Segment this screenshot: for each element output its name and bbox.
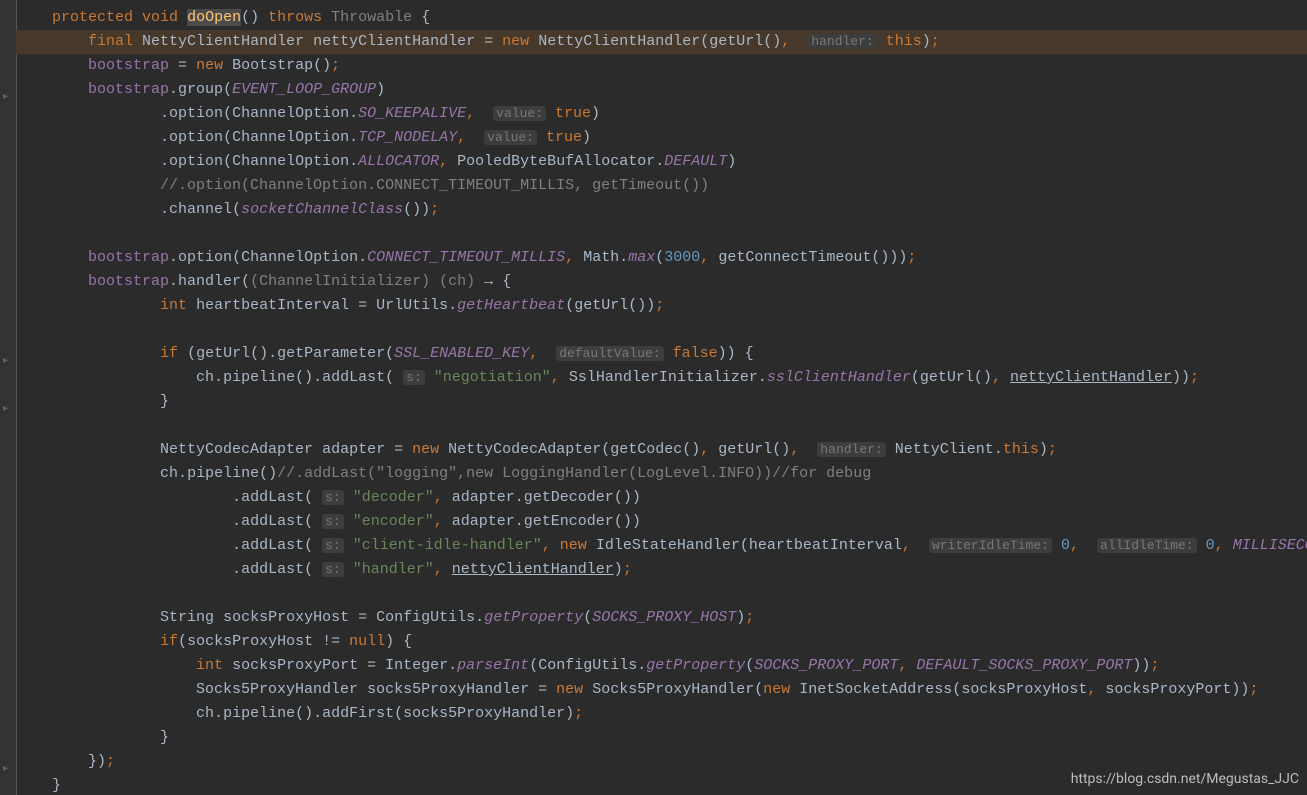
code-line[interactable]: } [16, 390, 1307, 414]
fold-marker-icon[interactable]: ▸ [3, 398, 13, 408]
code-line[interactable]: String socksProxyHost = ConfigUtils.getP… [16, 606, 1307, 630]
code-area[interactable]: protected void doOpen() throws Throwable… [16, 0, 1307, 795]
code-line[interactable]: .channel(socketChannelClass()); [16, 198, 1307, 222]
code-editor[interactable]: ▸ ▸ ▸ ▸ protected void doOpen() throws T… [0, 0, 1307, 795]
code-line[interactable] [16, 318, 1307, 342]
code-line[interactable]: } [16, 726, 1307, 750]
code-line[interactable]: bootstrap.handler((ChannelInitializer) (… [16, 270, 1307, 294]
code-line[interactable]: .addLast( s: "client-idle-handler", new … [16, 534, 1307, 558]
code-line[interactable]: .addLast( s: "encoder", adapter.getEncod… [16, 510, 1307, 534]
watermark-text: https://blog.csdn.net/Megustas_JJC [1071, 767, 1299, 791]
editor-gutter: ▸ ▸ ▸ ▸ [0, 0, 17, 795]
code-line[interactable]: bootstrap.option(ChannelOption.CONNECT_T… [16, 246, 1307, 270]
code-line[interactable]: final NettyClientHandler nettyClientHand… [16, 30, 1307, 54]
code-line[interactable]: ch.pipeline().addLast( s: "negotiation",… [16, 366, 1307, 390]
code-line[interactable]: Socks5ProxyHandler socks5ProxyHandler = … [16, 678, 1307, 702]
code-line[interactable] [16, 582, 1307, 606]
code-line[interactable]: protected void doOpen() throws Throwable… [16, 6, 1307, 30]
code-line[interactable]: ch.pipeline().addFirst(socks5ProxyHandle… [16, 702, 1307, 726]
code-line[interactable] [16, 222, 1307, 246]
fold-marker-icon[interactable]: ▸ [3, 758, 13, 768]
code-line[interactable]: .option(ChannelOption.SO_KEEPALIVE, valu… [16, 102, 1307, 126]
code-line[interactable]: ch.pipeline()//.addLast("logging",new Lo… [16, 462, 1307, 486]
code-line[interactable]: .option(ChannelOption.TCP_NODELAY, value… [16, 126, 1307, 150]
code-line[interactable]: bootstrap = new Bootstrap(); [16, 54, 1307, 78]
code-line[interactable]: .option(ChannelOption.ALLOCATOR, PooledB… [16, 150, 1307, 174]
fold-marker-icon[interactable]: ▸ [3, 86, 13, 96]
fold-marker-icon[interactable]: ▸ [3, 350, 13, 360]
code-line[interactable]: //.option(ChannelOption.CONNECT_TIMEOUT_… [16, 174, 1307, 198]
code-line[interactable]: NettyCodecAdapter adapter = new NettyCod… [16, 438, 1307, 462]
code-line[interactable]: if(socksProxyHost != null) { [16, 630, 1307, 654]
code-line[interactable]: int heartbeatInterval = UrlUtils.getHear… [16, 294, 1307, 318]
code-line[interactable]: .addLast( s: "handler", nettyClientHandl… [16, 558, 1307, 582]
code-line[interactable]: int socksProxyPort = Integer.parseInt(Co… [16, 654, 1307, 678]
code-line[interactable]: bootstrap.group(EVENT_LOOP_GROUP) [16, 78, 1307, 102]
code-line[interactable] [16, 414, 1307, 438]
code-line[interactable]: if (getUrl().getParameter(SSL_ENABLED_KE… [16, 342, 1307, 366]
code-line[interactable]: .addLast( s: "decoder", adapter.getDecod… [16, 486, 1307, 510]
